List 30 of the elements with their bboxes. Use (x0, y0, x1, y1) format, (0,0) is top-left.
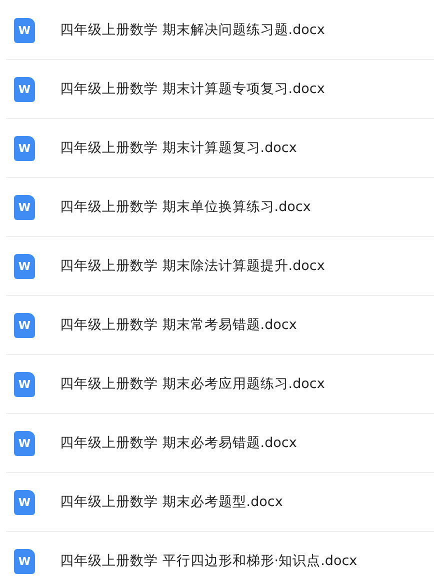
word-document-icon: W (14, 194, 35, 220)
file-row[interactable]: W 四年级上册数学 期末常考易错题.docx (6, 296, 434, 355)
word-document-icon: W (14, 312, 35, 338)
file-row[interactable]: W 四年级上册数学 期末必考易错题.docx (6, 414, 434, 473)
file-row[interactable]: W 四年级上册数学 期末必考题型.docx (6, 473, 434, 532)
file-row[interactable]: W 四年级上册数学 期末必考应用题练习.docx (6, 355, 434, 414)
file-row[interactable]: W 四年级上册数学 期末解决问题练习题.docx (6, 1, 434, 60)
file-name: 四年级上册数学 期末计算题复习.docx (60, 139, 297, 157)
file-row[interactable]: W 四年级上册数学 期末计算题复习.docx (6, 119, 434, 178)
file-name: 四年级上册数学 期末常考易错题.docx (60, 316, 297, 334)
word-document-icon: W (14, 372, 35, 396)
file-name: 四年级上册数学 期末计算题专项复习.docx (60, 80, 325, 98)
file-name: 四年级上册数学 期末单位换算练习.docx (60, 198, 311, 216)
file-name: 四年级上册数学 平行四边形和梯形·知识点.docx (60, 552, 358, 570)
file-name: 四年级上册数学 期末必考易错题.docx (60, 434, 297, 452)
file-row[interactable]: W 四年级上册数学 期末单位换算练习.docx (6, 178, 434, 237)
file-row[interactable]: W 四年级上册数学 期末除法计算题提升.docx (6, 237, 434, 296)
file-name: 四年级上册数学 期末除法计算题提升.docx (60, 257, 325, 275)
file-name: 四年级上册数学 期末必考题型.docx (60, 493, 283, 511)
file-row[interactable]: W 四年级上册数学 期末计算题专项复习.docx (6, 60, 434, 119)
file-name: 四年级上册数学 期末解决问题练习题.docx (60, 21, 325, 39)
word-document-icon: W (14, 430, 35, 456)
word-document-icon: W (14, 254, 35, 278)
word-document-icon: W (14, 18, 35, 42)
file-name: 四年级上册数学 期末必考应用题练习.docx (60, 375, 325, 393)
word-document-icon: W (14, 548, 35, 574)
word-document-icon: W (14, 76, 35, 102)
word-document-icon: W (14, 136, 35, 160)
file-row[interactable]: W 四年级上册数学 平行四边形和梯形·知识点.docx (6, 532, 434, 576)
word-document-icon: W (14, 490, 35, 514)
